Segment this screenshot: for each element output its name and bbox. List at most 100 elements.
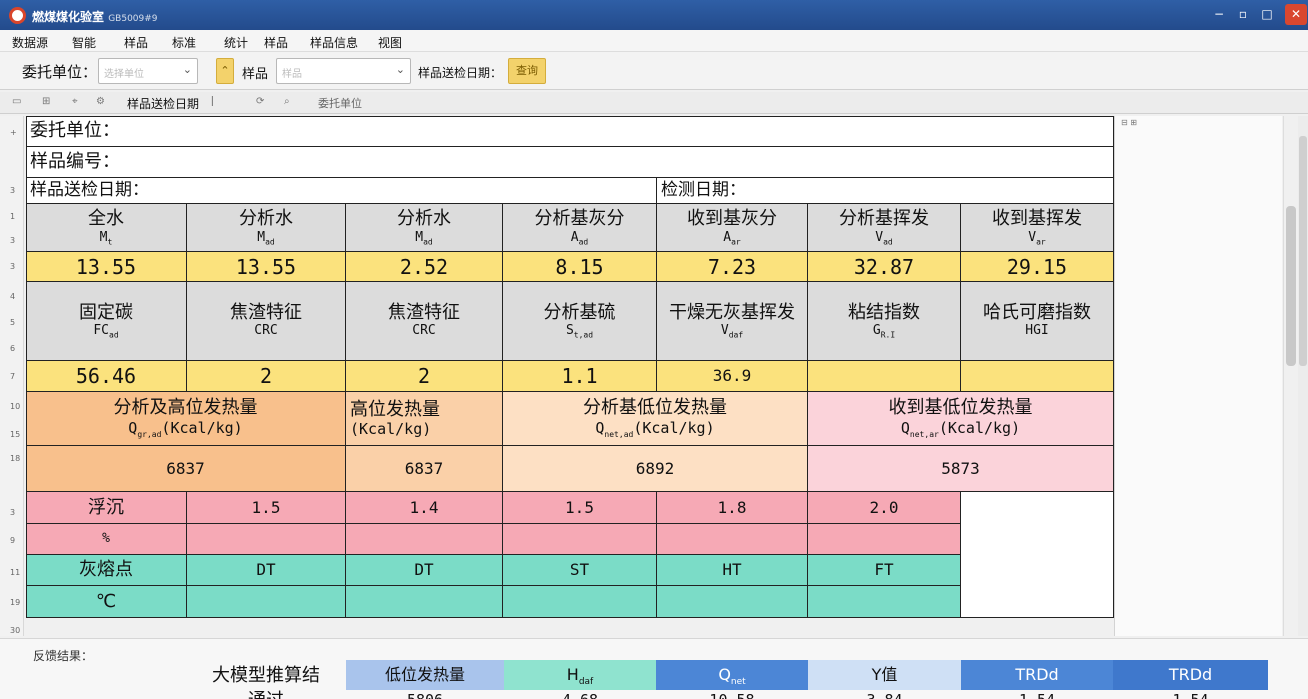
menu-bar: 数据源 智能 样品 标准 统计 样品 样品信息 视图 [0,30,1308,52]
minimize-icon[interactable]: − [1208,4,1230,25]
percent-value-cell [187,524,346,555]
degree-label: ℃ [26,586,187,618]
float-value-cell: 1.8 [657,492,808,524]
menu-item-standard[interactable]: 标准 [172,34,196,51]
settings-icon[interactable]: ⚙ [96,96,105,107]
percent-value-cell [503,524,657,555]
sheet-scrollbar[interactable] [1283,116,1297,636]
result-value-cell: 10.58 [656,690,808,699]
grid-icon[interactable]: ⊞ [42,96,50,107]
close-icon[interactable]: ✕ [1285,4,1307,25]
float-value-cell: 1.5 [187,492,346,524]
client-filter-label: 委托单位： [22,63,98,81]
header-cell: 分析基硫 St,ad [503,282,657,361]
header-cell: 固定碳 FCad [26,282,187,361]
float-value-cell: 2.0 [808,492,961,524]
header-cell: 分析基灰分 Aad [503,204,657,252]
print-icon[interactable]: ▭ [12,96,21,107]
ash-temp-cell [808,586,961,618]
header-cell: 分析基挥发 Vad [808,204,961,252]
maximize-icon[interactable]: □ [1256,4,1278,25]
result-header-cell: Qnet [656,660,808,690]
symbol: HGI [1025,323,1049,339]
app-logo-icon [9,7,26,24]
row-gutter: +3 1 3 3 4 5 6 7 10 15 18 3 9 11 19 30 [0,116,24,636]
header-cell: 哈氏可磨指数 HGI [961,282,1114,361]
percent-value-cell [657,524,808,555]
filter-icon[interactable]: ⌖ [72,96,78,107]
send-date-cell: 样品送检日期： [26,178,657,204]
symbol: Var [1028,229,1046,247]
value-cell: 7.23 [657,252,808,282]
symbol: Vdaf [720,323,744,340]
symbol: GR.I [872,323,896,340]
menu-item-sample[interactable]: 样品 [124,34,148,51]
value-cell: 2.52 [346,252,503,282]
chevron-down-icon: ⌄ [182,63,192,76]
result-header-cell: TRDd [1113,660,1268,690]
refresh-icon[interactable]: ⟳ [256,96,264,107]
result-value-cell: 1.54 [961,690,1113,699]
value-cell: 29.15 [961,252,1114,282]
float-value-cell: 1.5 [503,492,657,524]
value-cell: 56.46 [26,361,187,392]
ash-temp-cell [657,586,808,618]
header-cell: 分析水 Mad [187,204,346,252]
tab-send-date[interactable]: 样品送检日期 [127,95,199,112]
menu-item-sample-2[interactable]: 样品 [264,34,288,51]
symbol: Aad [570,229,589,247]
ash-type-cell: DT [187,555,346,586]
symbol: FCad [93,323,119,340]
menu-item-stats[interactable]: 统计 [224,34,248,51]
ash-temp-cell [503,586,657,618]
percent-value-cell [808,524,961,555]
result-label: 反馈结果： [33,649,94,663]
float-value-cell: 1.4 [346,492,503,524]
ash-fusion-label: 灰熔点 [26,555,187,586]
scroll-thumb[interactable] [1299,136,1307,366]
symbol: Mad [415,229,433,247]
client-select[interactable]: 选择单位 ⌄ [98,58,198,84]
symbol: Mt [99,229,113,247]
query-button[interactable]: 查询 [508,58,546,84]
result-value-cell: 3.84 [808,690,961,699]
percent-label: % [26,524,187,555]
sample-filter-label: 样品 [242,67,269,82]
heat-header-cell: 分析基低位发热量 Qnet,ad(Kcal/kg) [503,392,808,446]
value-cell: 1.1 [503,361,657,392]
window-scrollbar[interactable] [1298,116,1308,636]
restore-icon[interactable]: ▫ [1232,4,1254,25]
tab-client[interactable]: 委托单位 [318,95,362,111]
menu-item-sample-info[interactable]: 样品信息 [310,34,358,51]
result-value-cell: 1.54 [1113,690,1268,699]
search-icon[interactable]: ⌕ [284,96,290,107]
ash-type-cell: DT [346,555,503,586]
ash-temp-cell [346,586,503,618]
symbol: CRC [254,323,278,339]
sample-no-row: 样品编号： [26,147,1114,178]
test-date-cell: 检测日期： [657,178,1114,204]
menu-item-data-source[interactable]: 数据源 [12,34,48,51]
value-cell: 2 [187,361,346,392]
blank-cell [961,492,1114,618]
value-cell: 36.9 [657,361,808,392]
header-cell: 收到基挥发 Var [961,204,1114,252]
header-cell: 分析水 Mad [346,204,503,252]
scroll-thumb[interactable] [1286,206,1296,366]
symbol: Aar [723,229,741,247]
result-header-cell: Y值 [808,660,961,690]
client-row: 委托单位： [26,116,1114,147]
model-label: 大模型推算结 [212,665,320,686]
menu-item-view[interactable]: 视图 [378,34,402,51]
sample-select[interactable]: 样品 ⌄ [276,58,411,84]
report-sheet: 委托单位： 样品编号： 样品送检日期： 检测日期： 全水 Mt 13.55 分析水 Mad 13.… [26,116,1114,618]
result-header-cell: TRDd [961,660,1113,690]
menu-item-smart[interactable]: 智能 [72,34,96,51]
result-header-cell: Hdaf [504,660,656,690]
separator-icon: ⎸ [212,96,222,107]
heat-header-cell: 分析及高位发热量 Qgr,ad(Kcal/kg) [26,392,346,446]
header-cell: 粘结指数 GR.I [808,282,961,361]
value-cell: 13.55 [187,252,346,282]
collapse-button[interactable]: ⌃ [216,58,234,84]
value-cell: 8.15 [503,252,657,282]
